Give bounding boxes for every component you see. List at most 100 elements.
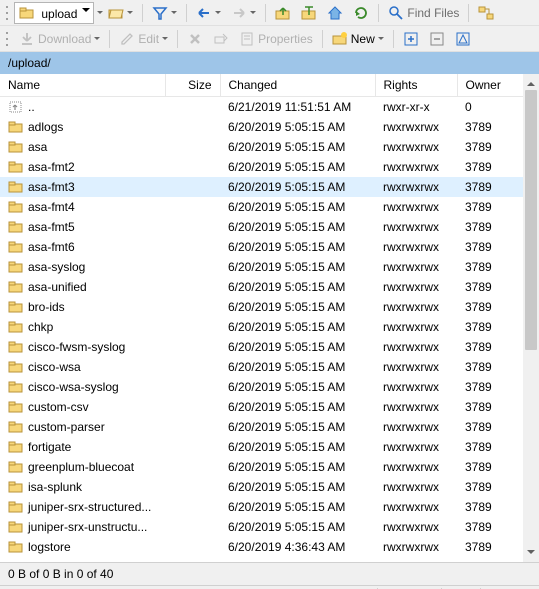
forward-arrow-icon	[231, 5, 247, 21]
expand-button[interactable]	[399, 29, 423, 49]
delete-button[interactable]	[183, 29, 207, 49]
file-name: asa	[28, 140, 47, 154]
dropdown-arrow-icon[interactable]	[97, 11, 103, 17]
vertical-scrollbar[interactable]	[523, 74, 539, 562]
home-button[interactable]	[323, 3, 347, 23]
folder-icon	[8, 199, 24, 215]
file-rights: rwxrwxrwx	[383, 520, 439, 534]
toolbar-file: Download Edit Properties New	[0, 26, 539, 52]
folder-icon	[8, 479, 24, 495]
table-row[interactable]: juniper-srx-unstructu...6/20/2019 5:05:1…	[0, 517, 523, 537]
open-folder-button[interactable]	[104, 3, 137, 23]
table-row[interactable]: adlogs6/20/2019 5:05:15 AMrwxrwxrwx3789	[0, 117, 523, 137]
table-row[interactable]: juniper-srx-structured...6/20/2019 5:05:…	[0, 497, 523, 517]
toolbar-grip[interactable]	[4, 30, 10, 48]
path-bar[interactable]: /upload/	[0, 52, 539, 74]
file-rights: rwxrwxrwx	[383, 200, 439, 214]
table-row[interactable]: cisco-wsa6/20/2019 5:05:15 AMrwxrwxrwx37…	[0, 357, 523, 377]
parent-dir-icon	[8, 99, 24, 115]
col-rights[interactable]: Rights	[375, 74, 457, 97]
select-all-button[interactable]	[451, 29, 475, 49]
summary-text: 0 B of 0 B in 0 of 40	[8, 567, 113, 581]
location-dropdown[interactable]: upload	[14, 2, 94, 24]
table-row[interactable]: greenplum-bluecoat6/20/2019 5:05:15 AMrw…	[0, 457, 523, 477]
table-row[interactable]: asa-syslog6/20/2019 5:05:15 AMrwxrwxrwx3…	[0, 257, 523, 277]
file-name: juniper-srx-unstructu...	[28, 520, 147, 534]
col-name[interactable]: Name	[0, 74, 165, 97]
col-changed[interactable]: Changed	[220, 74, 375, 97]
folder-icon	[8, 219, 24, 235]
table-row[interactable]: asa-fmt56/20/2019 5:05:15 AMrwxrwxrwx378…	[0, 217, 523, 237]
file-rights: rwxrwxrwx	[383, 240, 439, 254]
table-row[interactable]: ..6/21/2019 11:51:51 AMrwxr-xr-x0	[0, 97, 523, 118]
file-owner: 3789	[465, 140, 492, 154]
new-button[interactable]: New	[328, 29, 388, 49]
rename-button[interactable]	[209, 29, 233, 49]
table-row[interactable]: asa-fmt36/20/2019 5:05:15 AMrwxrwxrwx378…	[0, 177, 523, 197]
plus-box-icon	[403, 31, 419, 47]
table-row[interactable]: cisco-fwsm-syslog6/20/2019 5:05:15 AMrwx…	[0, 337, 523, 357]
toolbar-grip[interactable]	[4, 4, 10, 22]
collapse-button[interactable]	[425, 29, 449, 49]
root-folder-button[interactable]	[297, 3, 321, 23]
back-button[interactable]	[192, 3, 225, 23]
table-row[interactable]: chkp6/20/2019 5:05:15 AMrwxrwxrwx3789	[0, 317, 523, 337]
col-owner[interactable]: Owner	[457, 74, 523, 97]
new-folder-icon	[332, 31, 348, 47]
download-icon	[19, 31, 35, 47]
table-row[interactable]: custom-parser6/20/2019 5:05:15 AMrwxrwxr…	[0, 417, 523, 437]
refresh-icon	[353, 5, 369, 21]
sync-button[interactable]	[474, 3, 498, 23]
table-row[interactable]: asa-fmt26/20/2019 5:05:15 AMrwxrwxrwx378…	[0, 157, 523, 177]
chevron-down-icon	[215, 11, 221, 17]
file-list-panel: Name Size Changed Rights Owner ..6/21/20…	[0, 74, 539, 562]
home-icon	[327, 5, 343, 21]
back-arrow-icon	[196, 5, 212, 21]
properties-icon	[239, 31, 255, 47]
filter-icon	[152, 5, 168, 21]
find-files-button[interactable]: Find Files	[384, 3, 463, 23]
table-row[interactable]: asa-fmt66/20/2019 5:05:15 AMrwxrwxrwx378…	[0, 237, 523, 257]
table-row[interactable]: asa-unified6/20/2019 5:05:15 AMrwxrwxrwx…	[0, 277, 523, 297]
file-name: chkp	[28, 320, 53, 334]
file-owner: 3789	[465, 440, 492, 454]
file-changed: 6/20/2019 5:05:15 AM	[228, 220, 345, 234]
file-name: cisco-wsa	[28, 360, 81, 374]
scroll-thumb[interactable]	[525, 90, 537, 350]
folder-icon	[8, 499, 24, 515]
scroll-down-button[interactable]	[523, 546, 539, 562]
file-name: fortigate	[28, 440, 71, 454]
table-row[interactable]: custom-csv6/20/2019 5:05:15 AMrwxrwxrwx3…	[0, 397, 523, 417]
folder-icon	[8, 339, 24, 355]
scroll-up-button[interactable]	[523, 74, 539, 90]
file-changed: 6/20/2019 5:05:15 AM	[228, 160, 345, 174]
table-row[interactable]: cisco-wsa-syslog6/20/2019 5:05:15 AMrwxr…	[0, 377, 523, 397]
file-name: logstore	[28, 540, 71, 554]
rename-icon	[213, 31, 229, 47]
file-owner: 3789	[465, 340, 492, 354]
folder-icon	[8, 239, 24, 255]
folder-root-icon	[301, 5, 317, 21]
forward-button[interactable]	[227, 3, 260, 23]
chevron-down-icon	[127, 11, 133, 17]
table-row[interactable]: bro-ids6/20/2019 5:05:15 AMrwxrwxrwx3789	[0, 297, 523, 317]
folder-icon	[8, 319, 24, 335]
file-changed: 6/20/2019 5:05:15 AM	[228, 360, 345, 374]
file-owner: 3789	[465, 460, 492, 474]
parent-folder-button[interactable]	[271, 3, 295, 23]
table-row[interactable]: asa-fmt46/20/2019 5:05:15 AMrwxrwxrwx378…	[0, 197, 523, 217]
table-row[interactable]: fortigate6/20/2019 5:05:15 AMrwxrwxrwx37…	[0, 437, 523, 457]
file-changed: 6/20/2019 5:05:15 AM	[228, 300, 345, 314]
file-name: ..	[28, 100, 35, 114]
col-size[interactable]: Size	[165, 74, 220, 97]
filter-button[interactable]	[148, 3, 181, 23]
refresh-button[interactable]	[349, 3, 373, 23]
properties-label: Properties	[258, 32, 313, 46]
table-row[interactable]: isa-splunk6/20/2019 5:05:15 AMrwxrwxrwx3…	[0, 477, 523, 497]
toolbar-nav: upload Find Files	[0, 0, 539, 26]
table-row[interactable]: logstore6/20/2019 4:36:43 AMrwxrwxrwx378…	[0, 537, 523, 557]
edit-button[interactable]: Edit	[115, 29, 172, 49]
download-button[interactable]: Download	[15, 29, 104, 49]
properties-button[interactable]: Properties	[235, 29, 317, 49]
table-row[interactable]: asa6/20/2019 5:05:15 AMrwxrwxrwx3789	[0, 137, 523, 157]
